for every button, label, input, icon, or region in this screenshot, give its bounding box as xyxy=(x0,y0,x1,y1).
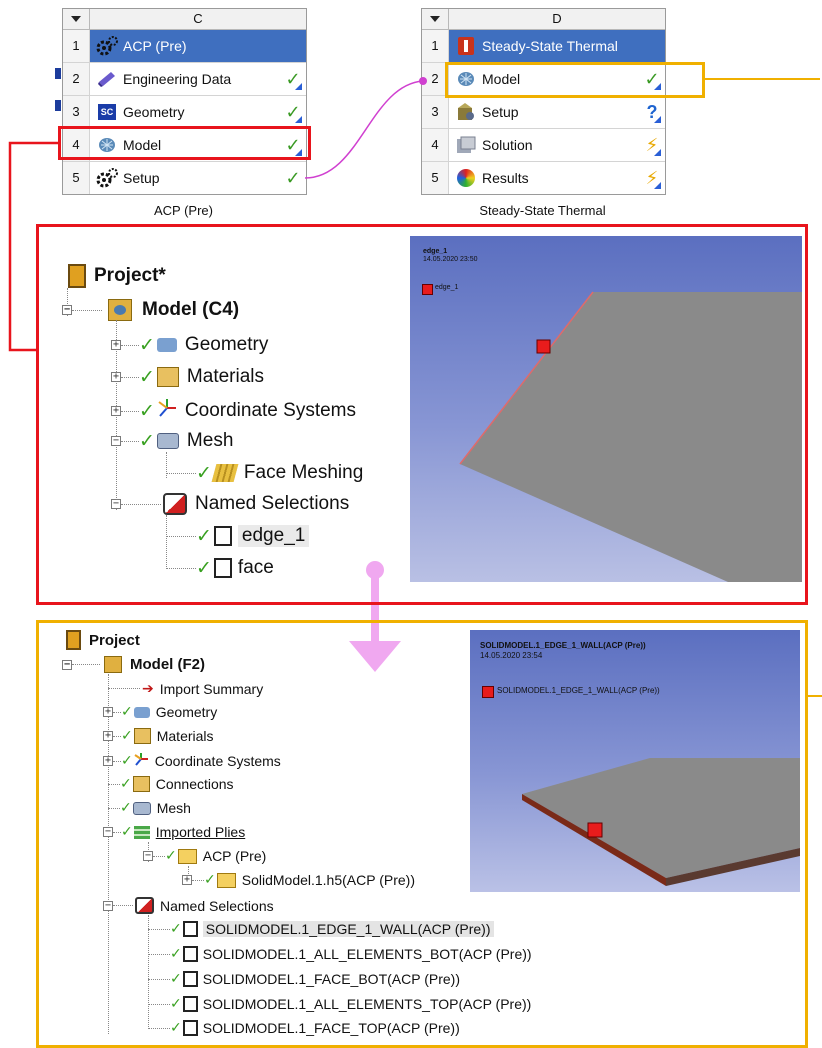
expand-toggle[interactable]: + xyxy=(111,406,121,416)
system-link-line xyxy=(304,80,424,179)
expand-toggle[interactable]: + xyxy=(111,340,121,350)
coordinate-axes-icon xyxy=(134,752,149,770)
collapse-toggle[interactable]: − xyxy=(62,305,72,315)
selection-box-icon xyxy=(182,946,198,962)
check-icon: ✓ xyxy=(170,996,182,1012)
check-icon: ✓ xyxy=(121,753,133,769)
tree-node-face[interactable]: ✓ face xyxy=(166,557,274,579)
model-icon xyxy=(108,299,132,321)
check-icon: ✓ xyxy=(196,525,212,547)
selection-box-icon xyxy=(182,971,198,987)
collapse-toggle[interactable]: − xyxy=(143,851,153,861)
plate-geometry xyxy=(522,758,800,886)
import-arrow-icon: ➔ xyxy=(142,680,154,696)
tree-node-edge-1[interactable]: ✓ edge_1 xyxy=(166,525,310,547)
selection-marker xyxy=(536,339,551,354)
tree-node-coordinate-systems[interactable]: + ✓ Coordinate Systems xyxy=(103,752,281,770)
system-link-dot xyxy=(419,77,427,85)
tree-node-selection[interactable]: ✓ SOLIDMODEL.1_EDGE_1_WALL(ACP (Pre)) xyxy=(148,921,494,937)
folder-icon xyxy=(177,848,197,864)
expand-toggle[interactable]: + xyxy=(103,756,113,766)
face-meshing-icon xyxy=(211,464,239,482)
tree-node-solidmodel-h5[interactable]: + ✓ SolidModel.1.h5(ACP (Pre)) xyxy=(182,872,415,888)
collapse-toggle[interactable]: − xyxy=(62,659,72,670)
plate-geometry xyxy=(459,291,802,582)
check-icon: ✓ xyxy=(139,430,155,452)
selection-box-icon xyxy=(182,1020,198,1036)
selection-marker xyxy=(587,822,603,838)
mesh-icon xyxy=(156,433,179,449)
tree-node-import-summary[interactable]: ➔ Import Summary xyxy=(108,680,263,697)
tree-node-model[interactable]: − Model (C4) xyxy=(62,299,239,321)
expand-toggle[interactable]: + xyxy=(111,372,121,382)
expand-toggle[interactable]: + xyxy=(103,731,113,741)
check-icon: ✓ xyxy=(170,971,182,987)
selection-box-icon xyxy=(182,921,198,937)
connections-icon xyxy=(132,776,150,792)
tree-node-imported-plies[interactable]: − ✓ Imported Plies xyxy=(103,824,245,840)
check-icon: ✓ xyxy=(196,462,212,484)
model-icon xyxy=(104,656,122,673)
check-icon: ✓ xyxy=(120,800,132,816)
expand-toggle[interactable]: + xyxy=(103,707,113,717)
tree-node-named-selections[interactable]: − Named Selections xyxy=(111,493,349,515)
graphics-viewport-upper[interactable]: edge_1 14.05.2020 23:50 edge_1 xyxy=(410,236,802,582)
tree-node-selection[interactable]: ✓ SOLIDMODEL.1_ALL_ELEMENTS_TOP(ACP (Pre… xyxy=(148,996,531,1012)
selection-box-icon xyxy=(213,558,232,578)
collapse-toggle[interactable]: − xyxy=(111,436,121,446)
book-icon xyxy=(68,264,86,288)
tree-node-project[interactable]: Project* xyxy=(68,264,166,288)
tree-node-connections[interactable]: ✓ Connections xyxy=(108,776,234,792)
materials-icon xyxy=(156,367,179,387)
tree-node-geometry[interactable]: + ✓ Geometry xyxy=(103,704,217,720)
tree-node-materials[interactable]: + ✓ Materials xyxy=(111,366,264,388)
mesh-icon xyxy=(132,801,151,815)
selection-box-icon xyxy=(213,526,232,546)
tree-node-face-meshing[interactable]: ✓ Face Meshing xyxy=(166,462,363,484)
check-icon: ✓ xyxy=(120,776,132,792)
check-icon: ✓ xyxy=(139,400,155,422)
check-icon: ✓ xyxy=(170,946,182,962)
tree-node-mesh[interactable]: − ✓ Mesh xyxy=(111,430,233,452)
named-selections-icon xyxy=(163,493,187,515)
geometry-icon xyxy=(133,706,150,718)
check-icon: ✓ xyxy=(165,848,177,864)
tree-node-selection[interactable]: ✓ SOLIDMODEL.1_ALL_ELEMENTS_BOT(ACP (Pre… xyxy=(148,946,532,962)
tree-node-selection[interactable]: ✓ SOLIDMODEL.1_FACE_TOP(ACP (Pre)) xyxy=(148,1020,460,1036)
tree-node-geometry[interactable]: + ✓ Geometry xyxy=(111,334,268,356)
tree-node-materials[interactable]: + ✓ Materials xyxy=(103,728,214,744)
tree-node-acp-pre[interactable]: − ✓ ACP (Pre) xyxy=(143,848,266,864)
tree-node-mesh[interactable]: ✓ Mesh xyxy=(108,800,191,816)
geometry-icon xyxy=(156,338,177,352)
collapse-toggle[interactable]: − xyxy=(103,900,113,911)
folder-icon xyxy=(216,872,236,888)
book-icon xyxy=(66,630,81,650)
named-selections-icon xyxy=(135,897,154,914)
expand-toggle[interactable]: + xyxy=(182,875,192,885)
tree-node-coordinate-systems[interactable]: + ✓ Coordinate Systems xyxy=(111,398,356,424)
plies-stack-icon xyxy=(133,825,150,839)
check-icon: ✓ xyxy=(170,921,182,937)
tree-node-model[interactable]: − Model (F2) xyxy=(62,656,205,673)
materials-icon xyxy=(133,728,151,744)
tree-node-selection[interactable]: ✓ SOLIDMODEL.1_FACE_BOT(ACP (Pre)) xyxy=(148,971,460,987)
check-icon: ✓ xyxy=(196,557,212,579)
check-icon: ✓ xyxy=(170,1020,182,1036)
check-icon: ✓ xyxy=(204,872,216,888)
collapse-toggle[interactable]: − xyxy=(111,499,121,509)
check-icon: ✓ xyxy=(121,704,133,720)
check-icon: ✓ xyxy=(139,366,155,388)
check-icon: ✓ xyxy=(121,824,133,840)
graphics-viewport-lower[interactable]: SOLIDMODEL.1_EDGE_1_WALL(ACP (Pre)) 14.0… xyxy=(470,630,800,892)
collapse-toggle[interactable]: − xyxy=(103,827,113,837)
selection-box-icon xyxy=(182,996,198,1012)
coordinate-axes-icon xyxy=(157,398,177,424)
tree-node-project[interactable]: Project xyxy=(66,630,140,650)
check-icon: ✓ xyxy=(139,334,155,356)
check-icon: ✓ xyxy=(121,728,133,744)
tree-node-named-selections[interactable]: − Named Selections xyxy=(103,897,274,914)
